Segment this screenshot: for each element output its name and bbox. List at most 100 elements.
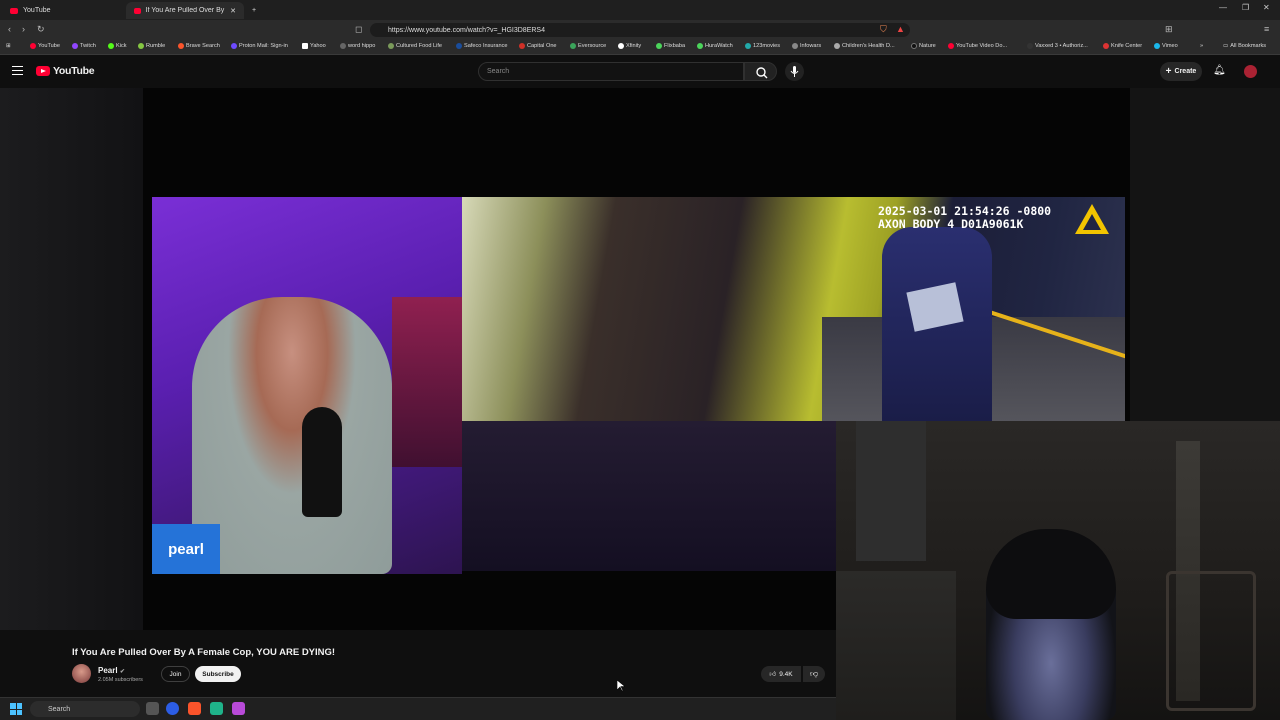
123movies-icon <box>745 43 751 49</box>
menu-icon[interactable] <box>12 66 23 75</box>
task-view-icon[interactable] <box>146 702 159 715</box>
brave-icon <box>178 43 184 49</box>
rumble-icon <box>138 43 144 49</box>
close-window-icon[interactable]: ✕ <box>1263 3 1270 12</box>
create-button[interactable]: + Create <box>1160 62 1202 81</box>
extensions-icon[interactable]: ⊞ <box>1165 24 1173 35</box>
bookmarks-bar: ⊞ YouTube Twitch Kick Rumble Brave Searc… <box>0 40 1280 55</box>
bookmark-item[interactable]: Cultured Food Life <box>388 43 442 49</box>
verified-icon: ✔ <box>119 669 125 675</box>
streamer-figure <box>192 297 392 574</box>
background-art <box>392 297 462 467</box>
bookmark-item[interactable]: Children's Health D... <box>834 43 895 49</box>
channel-avatar[interactable] <box>72 664 91 683</box>
bell-icon[interactable]: 🔔︎ <box>1213 65 1226 76</box>
subscribe-button[interactable]: Subscribe <box>195 666 241 682</box>
bookmark-item[interactable]: Infowars <box>792 43 821 49</box>
thumbs-down-icon: 👎︎ <box>809 669 819 678</box>
bookmark-item[interactable]: 123movies <box>745 43 780 49</box>
like-button[interactable]: 👍︎ 9.4K <box>761 666 801 682</box>
chair <box>1166 571 1256 711</box>
back-icon[interactable]: ‹ <box>8 24 11 34</box>
bookmark-item[interactable]: Twitch <box>72 43 96 49</box>
plus-icon: + <box>1165 66 1172 77</box>
new-tab-button[interactable]: + <box>249 2 265 19</box>
reactor-webcam <box>836 421 1280 720</box>
xfinity-icon <box>618 43 624 49</box>
bodycam-lower <box>462 421 836 571</box>
bookmark-item[interactable]: Flixbaba <box>656 43 685 49</box>
bookmark-item[interactable]: Xfinity <box>618 43 641 49</box>
windows-start-icon[interactable] <box>10 703 22 715</box>
streamer-facecam <box>152 197 462 574</box>
avatar[interactable] <box>1244 65 1257 78</box>
bookmark-item[interactable]: Rumble <box>138 43 165 49</box>
brave-taskbar-icon[interactable] <box>188 702 201 715</box>
browser-tab-strip: YouTube If You Are Pulled Over By A F...… <box>0 0 1280 20</box>
windows-taskbar: Search <box>0 697 836 720</box>
bookmark-icon[interactable]: ◻ <box>355 24 362 35</box>
channel-name[interactable]: Pearl ✔ <box>98 666 125 675</box>
bookmark-item[interactable]: Safeco Insurance <box>456 43 508 49</box>
search-button[interactable] <box>744 62 777 81</box>
streamer-badge: pearl <box>152 524 220 574</box>
forward-icon[interactable]: › <box>22 24 25 34</box>
bookmark-item[interactable]: Vaxxed 3 • Authoriz... <box>1027 43 1088 49</box>
mouse-cursor-icon <box>617 680 625 692</box>
bookmark-item[interactable]: Capital One <box>519 43 557 49</box>
twitch-icon <box>72 43 78 49</box>
bookmark-item[interactable]: Brave Search <box>178 43 220 49</box>
minimize-icon[interactable]: — <box>1219 3 1227 12</box>
app-icon[interactable] <box>210 702 223 715</box>
eversource-icon <box>570 43 576 49</box>
capitalone-icon <box>519 43 525 49</box>
tab-youtube[interactable]: YouTube <box>2 2 120 19</box>
shelf <box>836 571 956 720</box>
brave-shield-icon[interactable]: ⛉ <box>880 24 887 35</box>
address-bar[interactable]: https://www.youtube.com/watch?v=_HGI3D8E… <box>370 23 910 37</box>
proton-icon <box>231 43 237 49</box>
taskbar-search[interactable]: Search <box>30 701 140 717</box>
bookmark-item[interactable]: YouTube Video Do... <box>948 43 1007 49</box>
ambient-left <box>0 88 143 630</box>
apps-grid-icon[interactable]: ⊞ <box>6 43 11 49</box>
voice-search-button[interactable] <box>785 62 804 81</box>
beanie <box>986 529 1116 619</box>
bookmark-item[interactable]: YouTube <box>30 43 60 49</box>
app-icon[interactable] <box>232 702 245 715</box>
bookmark-item[interactable]: Yahoo <box>302 43 326 49</box>
tab-current-video[interactable]: If You Are Pulled Over By A F... ✕ <box>126 2 244 19</box>
bookmark-item[interactable]: Nature <box>911 43 936 49</box>
hurawatch-icon <box>697 43 703 49</box>
youtube-icon <box>948 43 954 49</box>
bookmark-item[interactable]: word hippo <box>340 43 375 49</box>
kick-icon <box>108 43 114 49</box>
bookmark-item[interactable]: Kick <box>108 43 127 49</box>
axon-logo-icon <box>1075 204 1109 234</box>
bookmark-item[interactable]: Vimeo <box>1154 43 1178 49</box>
window-frame <box>856 421 926 561</box>
bookmark-item[interactable]: Knife Center <box>1103 43 1142 49</box>
tab-close-icon[interactable]: ✕ <box>230 7 236 15</box>
all-bookmarks[interactable]: ▭ All Bookmarks <box>1223 43 1266 49</box>
bookmark-item[interactable]: HuraWatch <box>697 43 733 49</box>
reload-icon[interactable]: ↻ <box>37 24 45 35</box>
bookmarks-overflow-icon[interactable]: » <box>1200 43 1203 49</box>
browser-menu-icon[interactable]: ≡ <box>1264 24 1269 34</box>
brave-rewards-icon[interactable]: ▲ <box>896 24 905 34</box>
flixbaba-icon <box>656 43 662 49</box>
edge-icon[interactable] <box>166 702 179 715</box>
search-input[interactable]: Search <box>478 62 744 81</box>
join-button[interactable]: Join <box>161 666 190 682</box>
restore-icon[interactable]: ❐ <box>1242 3 1249 12</box>
video-title: If You Are Pulled Over By A Female Cop, … <box>72 647 336 658</box>
youtube-logo[interactable]: YouTube <box>36 65 95 77</box>
browser-toolbar: ‹ › ↻ ◻ https://www.youtube.com/watch?v=… <box>0 20 1280 40</box>
wordhippo-icon <box>340 43 346 49</box>
microphone <box>302 407 342 517</box>
bookmark-item[interactable]: Proton Mail: Sign-in <box>231 43 288 49</box>
bookmark-item[interactable]: Eversource <box>570 43 606 49</box>
bodycam-device: AXON BODY 4 D01A9061K <box>878 217 1024 231</box>
dislike-button[interactable]: 👎︎ <box>803 666 825 682</box>
knifecenter-icon <box>1103 43 1109 49</box>
